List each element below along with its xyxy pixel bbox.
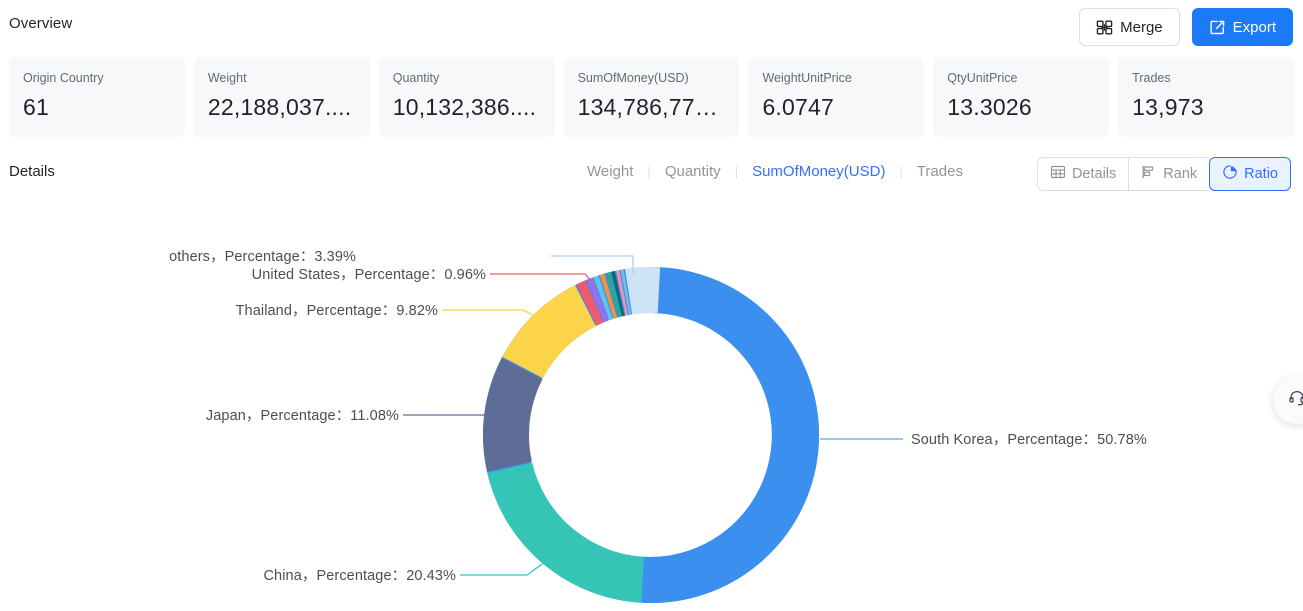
ratio-donut-chart: others，Percentage：3.39% United States，Pe… bbox=[0, 196, 1303, 611]
metric-tab-separator: | bbox=[899, 164, 903, 179]
merge-icon bbox=[1096, 19, 1113, 36]
details-bar: Details Weight | Quantity | SumOfMoney(U… bbox=[0, 152, 1303, 196]
callout-line-united-states bbox=[490, 273, 595, 285]
stat-card-label: WeightUnitPrice bbox=[762, 71, 852, 85]
stat-card-value: 134,786,773... bbox=[577, 94, 726, 120]
stat-card-label: QtyUnitPrice bbox=[947, 71, 1018, 85]
export-icon bbox=[1209, 19, 1226, 36]
metric-tabs: Weight | Quantity | SumOfMoney(USD) | Tr… bbox=[583, 163, 967, 180]
stat-card-origin-country: Origin Country 61 bbox=[9, 57, 185, 137]
stat-card-weight: Weight 22,188,037.... bbox=[193, 57, 370, 137]
stat-card-value: 13,973 bbox=[1132, 94, 1204, 120]
view-toggle-rank[interactable]: Rank bbox=[1128, 157, 1210, 191]
header-actions: Merge Export bbox=[1079, 8, 1293, 46]
stat-card-weightunitprice: WeightUnitPrice 6.0747 bbox=[748, 57, 925, 137]
stat-card-label: Quantity bbox=[392, 71, 440, 85]
export-button[interactable]: Export bbox=[1191, 8, 1293, 46]
stat-card-label: Weight bbox=[207, 71, 247, 85]
metric-tab-quantity[interactable]: Quantity bbox=[661, 163, 725, 180]
details-title: Details bbox=[9, 163, 55, 180]
callout-line-china bbox=[460, 561, 546, 576]
view-toggle-details[interactable]: Details bbox=[1036, 157, 1129, 191]
stat-card-qtyunitprice: QtyUnitPrice 13.3026 bbox=[933, 57, 1110, 137]
view-toggle-rank-label: Rank bbox=[1163, 166, 1198, 182]
pie-chart-icon bbox=[1222, 164, 1238, 184]
metric-tab-separator: | bbox=[734, 164, 739, 179]
page-header: Overview Merge Export bbox=[0, 0, 1303, 54]
stat-card-label: SumOfMoney(USD) bbox=[577, 71, 689, 85]
metric-tab-weight[interactable]: Weight bbox=[583, 163, 637, 180]
view-toggle-group: Details Rank Ratio bbox=[1036, 157, 1291, 191]
metric-tab-separator: | bbox=[647, 164, 651, 179]
headset-icon bbox=[1287, 388, 1303, 413]
stat-card-value: 13.3026 bbox=[947, 94, 1032, 120]
callout-label-china: China，Percentage：20.43% bbox=[263, 568, 456, 584]
metric-tab-trades[interactable]: Trades bbox=[913, 163, 967, 180]
overview-page: Overview Merge Export Origin Country 61 … bbox=[0, 0, 1303, 611]
callout-label-thailand: Thailand，Percentage：9.82% bbox=[235, 303, 438, 319]
stat-card-label: Origin Country bbox=[23, 71, 104, 85]
callout-label-united-states: United States，Percentage：0.96% bbox=[251, 267, 486, 283]
stat-card-sumofmoney: SumOfMoney(USD) 134,786,773... bbox=[563, 57, 740, 137]
stat-card-value: 6.0747 bbox=[762, 94, 834, 120]
summary-cards: Origin Country 61 Weight 22,188,037.... … bbox=[9, 57, 1295, 137]
stat-card-trades: Trades 13,973 bbox=[1118, 57, 1295, 137]
stat-card-value: 61 bbox=[23, 94, 49, 120]
donut-ring bbox=[483, 267, 819, 603]
stat-card-label: Trades bbox=[1132, 71, 1171, 85]
stat-card-quantity: Quantity 10,132,386.... bbox=[378, 57, 555, 137]
callout-label-south-korea: South Korea，Percentage：50.78% bbox=[911, 432, 1147, 448]
callout-label-japan: Japan，Percentage：11.08% bbox=[205, 408, 399, 424]
view-toggle-ratio-label: Ratio bbox=[1244, 166, 1278, 182]
view-toggle-details-label: Details bbox=[1071, 166, 1117, 182]
metric-tab-sumofmoney[interactable]: SumOfMoney(USD) bbox=[748, 163, 889, 180]
view-toggle-ratio[interactable]: Ratio bbox=[1209, 157, 1291, 191]
merge-button[interactable]: Merge bbox=[1079, 8, 1180, 46]
stat-card-value: 10,132,386.... bbox=[392, 94, 537, 120]
stat-card-value: 22,188,037.... bbox=[207, 94, 352, 120]
bar-chart-icon bbox=[1141, 164, 1157, 184]
export-button-label: Export bbox=[1232, 18, 1276, 36]
page-title: Overview bbox=[9, 15, 73, 32]
table-icon bbox=[1050, 164, 1066, 184]
merge-button-label: Merge bbox=[1120, 18, 1163, 36]
